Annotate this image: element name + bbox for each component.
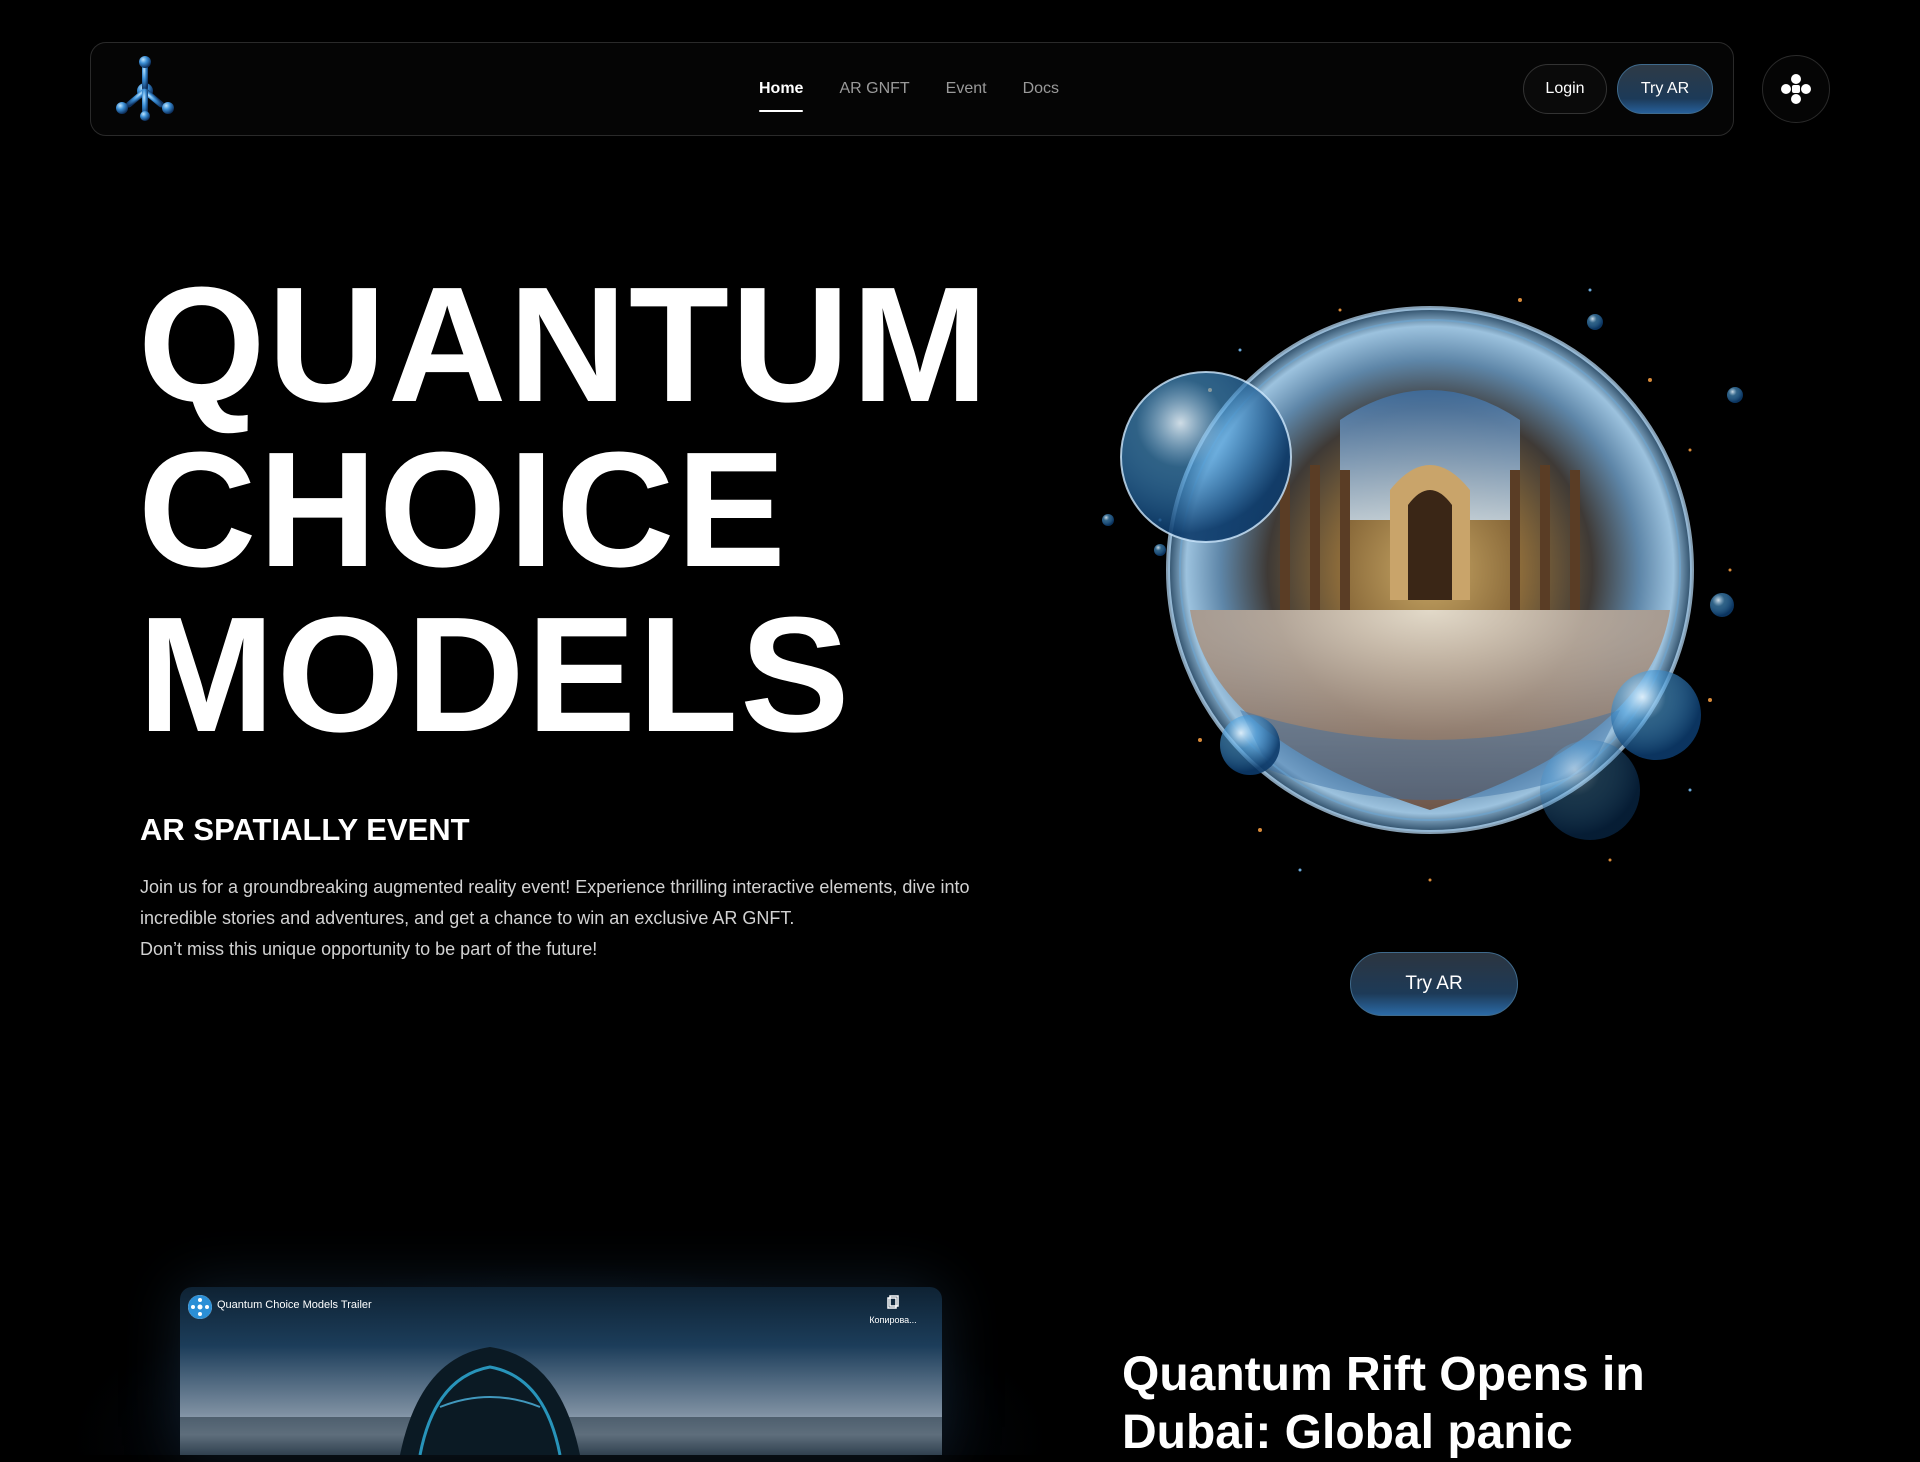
main-nav: Home AR GNFT Event Docs [759, 43, 1059, 135]
hero-description-line: incredible stories and adventures, and g… [140, 908, 795, 928]
hero-description-line: Join us for a groundbreaking augmented r… [140, 877, 970, 897]
video-player[interactable]: Quantum Choice Models Trailer Копирова..… [180, 1287, 942, 1455]
four-dots-menu-icon [1781, 74, 1811, 104]
hero-description: Join us for a groundbreaking augmented r… [140, 872, 1040, 965]
try-ar-nav-button[interactable]: Try AR [1617, 64, 1713, 114]
news-headline-line: Quantum Rift Opens in [1122, 1348, 1645, 1401]
hero-subtitle: AR SPATIALLY EVENT [140, 812, 470, 847]
login-button[interactable]: Login [1523, 64, 1607, 114]
hero-title: QUANTUM CHOICE MODELS [138, 262, 990, 757]
try-ar-hero-button[interactable]: Try AR [1350, 952, 1518, 1016]
nav-home-link[interactable]: Home [759, 80, 804, 112]
nav-ar-gnft-link[interactable]: AR GNFT [839, 80, 909, 98]
top-navbar: Home AR GNFT Event Docs Login Try AR [90, 42, 1734, 136]
hero-title-line: CHOICE [138, 418, 788, 601]
news-headline-line: Dubai: Global panic [1122, 1406, 1573, 1459]
nav-docs-link[interactable]: Docs [1023, 80, 1059, 98]
hero-title-line: MODELS [138, 583, 852, 766]
menu-button[interactable] [1762, 55, 1830, 123]
hero-description-line: Don’t miss this unique opportunity to be… [140, 939, 598, 959]
brand-logo-icon[interactable] [107, 53, 183, 125]
nav-event-link[interactable]: Event [946, 80, 987, 98]
news-headline: Quantum Rift Opens in Dubai: Global pani… [1122, 1346, 1722, 1462]
hero-title-line: QUANTUM [138, 253, 991, 436]
video-thumbnail-object [180, 1347, 942, 1455]
hero-sphere-image [1090, 270, 1770, 920]
